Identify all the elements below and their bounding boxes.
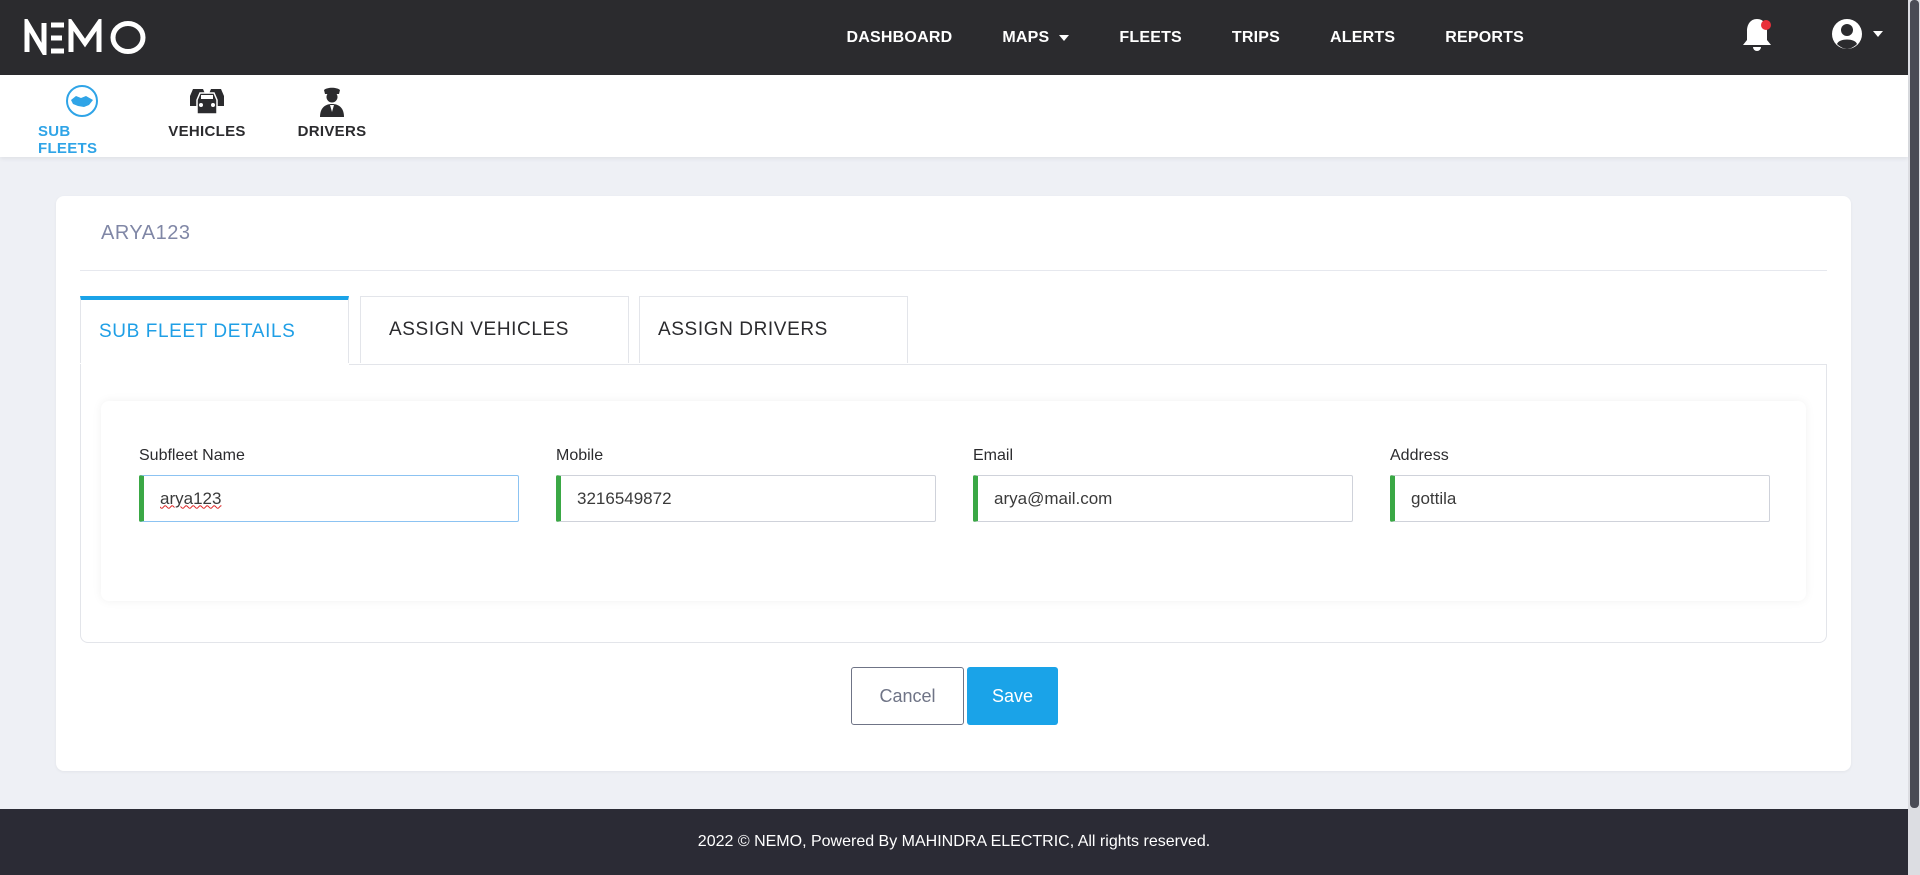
subfleet-name-value: arya123 <box>160 488 222 508</box>
footer: 2022 © NEMO, Powered By MAHINDRA ELECTRI… <box>0 809 1908 875</box>
details-form: Subfleet Name arya123 Mobile 3216549872 … <box>101 401 1806 601</box>
nav-maps[interactable]: MAPS <box>1002 28 1070 47</box>
email-input[interactable]: arya@mail.com <box>973 475 1353 522</box>
nav-dashboard-label: DASHBOARD <box>846 28 953 46</box>
top-navbar: DASHBOARD MAPS FLEETS TRIPS ALERTS REPOR… <box>0 0 1908 75</box>
user-circle-icon <box>1832 19 1862 49</box>
tab-assign-drivers[interactable]: ASSIGN DRIVERS <box>639 296 908 363</box>
nav-alerts[interactable]: ALERTS <box>1330 29 1395 47</box>
email-value: arya@mail.com <box>994 488 1113 508</box>
subfleet-name-input[interactable]: arya123 <box>139 475 519 522</box>
subnav-sub-fleets-label: SUB FLEETS <box>38 123 98 157</box>
mobile-label: Mobile <box>556 447 604 464</box>
driver-icon <box>312 83 352 119</box>
address-label: Address <box>1390 447 1449 464</box>
nav-alerts-label: ALERTS <box>1330 28 1396 46</box>
footer-copyright: 2022 © NEMO, Powered By MAHINDRA ELECTRI… <box>697 833 1211 850</box>
handshake-icon <box>62 83 102 119</box>
mobile-input[interactable]: 3216549872 <box>556 475 936 522</box>
user-menu[interactable] <box>1831 18 1883 50</box>
bell-icon[interactable] <box>1740 16 1774 54</box>
subnav-drivers[interactable]: DRIVERS <box>298 83 366 140</box>
tab-assign-vehicles-label: ASSIGN VEHICLES <box>389 319 570 340</box>
subnav-vehicles[interactable]: VEHICLES <box>168 83 246 140</box>
tab-assign-vehicles[interactable]: ASSIGN VEHICLES <box>360 296 629 363</box>
main-nav: DASHBOARD MAPS FLEETS TRIPS ALERTS REPOR… <box>797 0 1524 75</box>
subfleet-name-label: Subfleet Name <box>139 447 245 464</box>
tab-sub-fleet-details[interactable]: SUB FLEET DETAILS <box>80 296 349 363</box>
page-title: ARYA123 <box>101 222 191 244</box>
nav-reports[interactable]: REPORTS <box>1445 29 1524 47</box>
field-mobile: Mobile 3216549872 <box>556 447 936 522</box>
subfleet-card: ARYA123 SUB FLEET DETAILS ASSIGN VEHICLE… <box>56 196 1851 771</box>
cancel-button[interactable]: Cancel <box>851 667 964 725</box>
notification-dot <box>1761 20 1771 30</box>
caret-down-icon <box>1059 34 1070 41</box>
caret-down-icon <box>1873 31 1883 37</box>
scrollbar-thumb[interactable] <box>1910 0 1919 808</box>
tab-panel-details: Subfleet Name arya123 Mobile 3216549872 … <box>80 364 1827 643</box>
save-button[interactable]: Save <box>967 667 1058 725</box>
field-address: Address gottila <box>1390 447 1770 522</box>
nav-trips-label: TRIPS <box>1231 28 1281 46</box>
email-label: Email <box>973 447 1014 464</box>
nemo-logo[interactable] <box>24 13 149 62</box>
mobile-value: 3216549872 <box>577 488 672 508</box>
cars-icon <box>187 83 227 119</box>
field-subfleet-name: Subfleet Name arya123 <box>139 447 519 522</box>
address-input[interactable]: gottila <box>1390 475 1770 522</box>
sub-navbar: SUB FLEETS VEHICLES DRIVERS <box>0 75 1908 157</box>
address-value: gottila <box>1411 488 1457 508</box>
nav-dashboard[interactable]: DASHBOARD <box>847 29 953 47</box>
subnav-vehicles-label: VEHICLES <box>168 123 246 140</box>
subnav-sub-fleets[interactable]: SUB FLEETS <box>38 83 126 157</box>
tab-assign-drivers-label: ASSIGN DRIVERS <box>658 319 828 340</box>
nav-fleets-label: FLEETS <box>1119 28 1182 46</box>
field-email: Email arya@mail.com <box>973 447 1353 522</box>
nav-maps-label: MAPS <box>1002 28 1050 46</box>
title-divider <box>80 270 1827 271</box>
nav-reports-label: REPORTS <box>1445 28 1524 46</box>
tab-sub-fleet-details-label: SUB FLEET DETAILS <box>99 320 296 342</box>
nav-trips[interactable]: TRIPS <box>1232 29 1280 47</box>
nav-fleets[interactable]: FLEETS <box>1119 29 1182 47</box>
subnav-drivers-label: DRIVERS <box>297 123 367 140</box>
